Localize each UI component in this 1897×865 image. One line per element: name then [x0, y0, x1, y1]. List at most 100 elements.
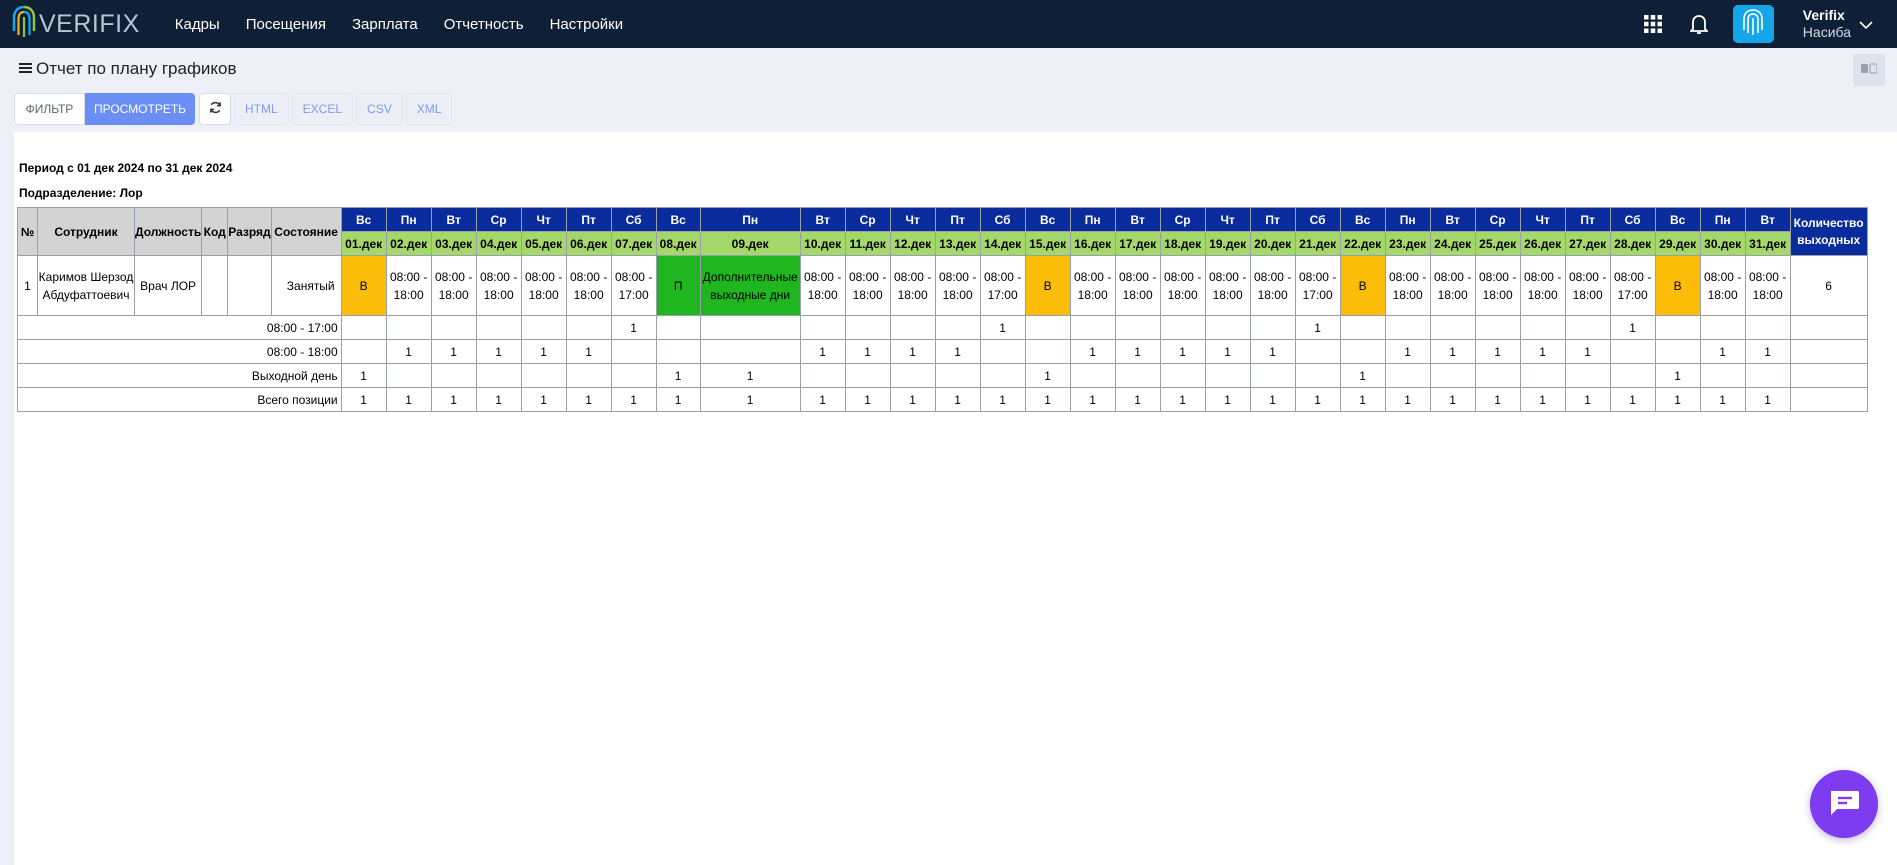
summary-cell	[1789, 339, 1868, 364]
date-header: 01.дек	[340, 231, 387, 256]
chat-icon	[1827, 787, 1861, 822]
date-header: 13.дек	[934, 231, 981, 256]
summary-cell: 1	[520, 387, 567, 412]
summary-cell: 1	[610, 387, 657, 412]
summary-cell	[1609, 339, 1656, 364]
summary-cell	[430, 363, 477, 388]
html-export-button[interactable]: HTML	[234, 93, 289, 125]
schedule-table: № Сотрудник Должность Код Разряд Состоян…	[17, 207, 1868, 412]
summary-cell: 1	[1609, 315, 1656, 340]
day-of-week-header: Чт	[520, 207, 567, 232]
nav-item-settings[interactable]: Настройки	[550, 16, 624, 33]
user-subtitle: Насиба	[1802, 24, 1851, 40]
nav-item-attendance[interactable]: Посещения	[246, 16, 326, 33]
report-panel: Период с 01 дек 2024 по 31 дек 2024 Подр…	[14, 132, 1897, 865]
summary-cell: 1	[1474, 387, 1521, 412]
summary-cell: 1	[565, 387, 612, 412]
day-of-week-header: Вт	[799, 207, 846, 232]
schedule-cell: В	[1654, 255, 1701, 316]
summary-label: 08:00 - 18:00	[17, 339, 342, 364]
date-header: 29.дек	[1654, 231, 1701, 256]
summary-cell	[1294, 363, 1341, 388]
logo[interactable]: VERIFIX	[12, 5, 140, 44]
summary-cell: 1	[1474, 339, 1521, 364]
bell-icon[interactable]	[1687, 12, 1711, 36]
apps-grid-icon[interactable]	[1641, 12, 1665, 36]
summary-cell	[844, 315, 891, 340]
day-of-week-header: Вт	[1744, 207, 1791, 232]
summary-cell	[1294, 339, 1341, 364]
summary-cell	[1429, 315, 1476, 340]
summary-cell: 1	[1429, 339, 1476, 364]
excel-export-button[interactable]: EXCEL	[291, 93, 354, 125]
summary-cell: 1	[979, 315, 1026, 340]
summary-cell: 1	[1429, 387, 1476, 412]
summary-cell	[340, 339, 387, 364]
date-header: 06.дек	[565, 231, 612, 256]
summary-cell: 1	[565, 339, 612, 364]
summary-cell: 1	[889, 387, 936, 412]
schedule-cell: 08:00 - 17:00	[610, 255, 657, 316]
report-period: Период с 01 дек 2024 по 31 дек 2024	[19, 161, 233, 175]
top-right-area: Verifix Насиба	[1641, 0, 1897, 48]
schedule-cell: 08:00 - 18:00	[1069, 255, 1116, 316]
nav-item-staff[interactable]: Кадры	[175, 16, 220, 33]
summary-cell	[889, 363, 936, 388]
nav-item-reports[interactable]: Отчетность	[444, 16, 524, 33]
schedule-cell: В	[1339, 255, 1386, 316]
chat-button[interactable]	[1810, 770, 1878, 838]
summary-cell	[1159, 315, 1206, 340]
xml-export-button[interactable]: XML	[405, 93, 453, 125]
date-header: 16.дек	[1069, 231, 1116, 256]
summary-cell	[1204, 315, 1251, 340]
summary-cell: 1	[1384, 387, 1431, 412]
date-header: 15.дек	[1024, 231, 1071, 256]
summary-cell	[1609, 363, 1656, 388]
csv-export-button[interactable]: CSV	[356, 93, 403, 125]
summary-cell: 1	[520, 339, 567, 364]
user-menu[interactable]: Verifix Насиба	[1803, 7, 1851, 41]
summary-cell: 1	[1699, 339, 1746, 364]
refresh-icon	[209, 101, 222, 117]
schedule-cell: 08:00 - 18:00	[1384, 255, 1431, 316]
translate-icon	[1861, 61, 1878, 79]
summary-cell: 1	[799, 387, 846, 412]
filter-button[interactable]: ФИЛЬТР	[14, 93, 85, 125]
summary-cell	[1789, 315, 1868, 340]
summary-cell: 1	[1564, 387, 1611, 412]
translate-button[interactable]	[1853, 54, 1885, 86]
summary-cell: 1	[1024, 387, 1071, 412]
date-header: 04.дек	[475, 231, 522, 256]
chevron-down-icon[interactable]	[1859, 17, 1873, 35]
day-of-week-header: Пн	[1384, 207, 1431, 232]
day-of-week-header: Пн	[385, 207, 432, 232]
fingerprint-logo-icon	[12, 5, 36, 44]
summary-cell: 1	[655, 387, 701, 412]
day-of-week-header: Сб	[1609, 207, 1656, 232]
summary-cell: 1	[844, 387, 891, 412]
summary-cell	[1024, 339, 1071, 364]
date-header: 31.дек	[1744, 231, 1791, 256]
summary-cell	[1654, 339, 1701, 364]
summary-cell	[340, 315, 387, 340]
summary-cell	[1249, 315, 1296, 340]
view-button[interactable]: ПРОСМОТРЕТЬ	[85, 93, 195, 125]
refresh-button[interactable]	[199, 93, 231, 125]
fingerprint-button[interactable]	[1732, 5, 1774, 43]
summary-cell: 1	[475, 387, 522, 412]
date-header: 19.дек	[1204, 231, 1251, 256]
nav-item-payroll[interactable]: Зарплата	[352, 16, 418, 33]
summary-cell	[699, 315, 801, 340]
day-of-week-header: Вт	[430, 207, 477, 232]
summary-cell	[1744, 315, 1791, 340]
menu-icon[interactable]	[19, 59, 32, 79]
date-header: 18.дек	[1159, 231, 1206, 256]
day-of-week-header: Сб	[1294, 207, 1341, 232]
summary-cell: 1	[1159, 339, 1206, 364]
summary-cell: 1	[475, 339, 522, 364]
summary-cell: 1	[1249, 387, 1296, 412]
summary-cell	[699, 339, 801, 364]
summary-row: 08:00 - 17:00 1 1 1 1	[17, 315, 1868, 340]
summary-cell	[655, 315, 701, 340]
summary-cell	[934, 315, 981, 340]
